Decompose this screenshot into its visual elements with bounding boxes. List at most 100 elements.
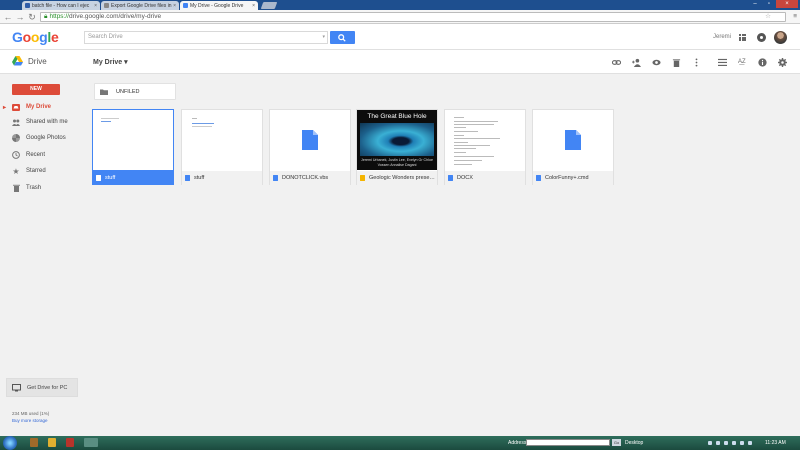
network-icon[interactable] bbox=[732, 441, 736, 445]
more-vert-icon[interactable] bbox=[692, 58, 701, 67]
file-name: stuff bbox=[194, 175, 205, 181]
file-name: DONOTCLICK.vbs bbox=[282, 175, 329, 181]
star-icon: ★ bbox=[12, 166, 20, 176]
folder-taskbar-icon[interactable] bbox=[48, 438, 56, 447]
file-card[interactable]: stuff bbox=[92, 109, 174, 185]
search-icon bbox=[338, 34, 346, 42]
maximize-icon[interactable]: ▫ bbox=[762, 0, 776, 8]
apps-grid-icon[interactable] bbox=[739, 34, 746, 41]
sidebar-item-shared[interactable]: Shared with me bbox=[0, 116, 84, 128]
add-person-icon[interactable] bbox=[632, 58, 641, 67]
user-name[interactable]: Jeremi bbox=[713, 34, 731, 40]
search-options-icon[interactable]: ▾ bbox=[322, 32, 325, 43]
slide-preview: The Great Blue Hole Jeremi Urbanek, Just… bbox=[357, 110, 437, 170]
browser-tab-strip: batch file - How can I ejec × Export Goo… bbox=[0, 0, 800, 10]
bookmark-star-icon[interactable]: ☆ bbox=[765, 13, 771, 21]
tray-icon[interactable] bbox=[708, 441, 712, 445]
buy-storage-link[interactable]: Buy more storage bbox=[12, 417, 49, 424]
get-drive-for-pc-button[interactable]: Get Drive for PC bbox=[6, 378, 78, 397]
storage-info: 234 MB used (1%) Buy more storage bbox=[12, 410, 49, 424]
browser-tab[interactable]: Export Google Drive files in × bbox=[101, 1, 179, 10]
new-tab-button[interactable] bbox=[260, 2, 278, 9]
file-grid: UNFILED stuff stuff DONOTCLICK.vbs The G… bbox=[84, 74, 800, 436]
file-name: DOCX bbox=[457, 175, 473, 181]
avatar[interactable] bbox=[774, 31, 787, 44]
file-card[interactable]: DOCX bbox=[444, 109, 526, 185]
settings-gear-icon[interactable] bbox=[778, 58, 787, 67]
trash-icon bbox=[12, 184, 20, 192]
drive-brand[interactable]: Drive bbox=[12, 56, 47, 66]
tray-icon[interactable] bbox=[748, 441, 752, 445]
google-logo[interactable]: Google bbox=[12, 29, 59, 45]
address-bar[interactable]: 🔒︎ https://drive.google.com/drive/my-driv… bbox=[40, 12, 797, 22]
new-button[interactable]: NEW bbox=[12, 84, 60, 95]
taskbar-app-icon[interactable] bbox=[66, 438, 74, 447]
notifications-icon[interactable] bbox=[757, 33, 766, 42]
file-card[interactable]: DONOTCLICK.vbs bbox=[269, 109, 351, 185]
close-icon[interactable]: × bbox=[173, 3, 176, 9]
doc-icon bbox=[185, 175, 190, 181]
trash-icon[interactable] bbox=[672, 58, 681, 67]
generic-file-icon bbox=[302, 130, 318, 150]
sidebar-item-trash[interactable]: Trash bbox=[0, 182, 84, 194]
tab-title: batch file - How can I ejec bbox=[32, 2, 90, 9]
tab-title: My Drive - Google Drive bbox=[190, 2, 244, 9]
tray-icon[interactable] bbox=[724, 441, 728, 445]
slide-title: The Great Blue Hole bbox=[367, 113, 427, 120]
sidebar-item-starred[interactable]: ★ Starred bbox=[0, 165, 84, 177]
sidebar-item-recent[interactable]: Recent bbox=[0, 149, 84, 161]
doc-thumbnail bbox=[93, 110, 173, 170]
search-input[interactable]: Search Drive ▾ bbox=[84, 31, 328, 44]
search-button[interactable] bbox=[330, 31, 355, 44]
doc-icon bbox=[448, 175, 453, 181]
browser-tab[interactable]: batch file - How can I ejec × bbox=[22, 1, 100, 10]
minimize-icon[interactable]: – bbox=[748, 0, 762, 8]
taskbar-address-input[interactable] bbox=[526, 439, 610, 446]
sort-az-icon[interactable]: A͟Z bbox=[738, 58, 747, 67]
slide-authors: Jeremi Urbanek, Justin Lee, Evelyn Gr Ch… bbox=[361, 158, 433, 167]
start-button[interactable] bbox=[3, 436, 17, 450]
active-indicator-icon: ▸ bbox=[3, 104, 7, 111]
close-window-icon[interactable]: × bbox=[776, 0, 798, 8]
file-card[interactable]: stuff bbox=[181, 109, 263, 185]
taskbar-app-icon[interactable] bbox=[30, 438, 38, 447]
link-icon[interactable] bbox=[612, 58, 621, 67]
close-icon[interactable]: × bbox=[252, 3, 255, 9]
stackoverflow-favicon-icon bbox=[25, 3, 30, 8]
sidebar-item-label: My Drive bbox=[26, 104, 52, 110]
file-caption: Geologic Wonders prese… bbox=[357, 171, 437, 185]
doc-thumbnail bbox=[445, 110, 525, 170]
volume-icon[interactable] bbox=[740, 441, 744, 445]
clock[interactable]: 11:23 AM bbox=[765, 440, 786, 446]
generic-file-thumbnail bbox=[533, 110, 613, 170]
address-go-button[interactable]: Go bbox=[612, 439, 621, 446]
sidebar-item-label: Trash bbox=[26, 185, 42, 191]
browser-toolbar: ← → ↻ 🔒︎ https://drive.google.com/drive/m… bbox=[0, 10, 800, 24]
file-card[interactable]: The Great Blue Hole Jeremi Urbanek, Just… bbox=[356, 109, 438, 185]
forward-arrow-icon[interactable]: → bbox=[15, 12, 25, 22]
sidebar-item-label: Google Photos bbox=[26, 135, 66, 141]
preview-eye-icon[interactable] bbox=[652, 58, 661, 67]
drive-favicon-icon bbox=[183, 3, 188, 8]
reload-icon[interactable]: ↻ bbox=[27, 12, 37, 22]
file-caption: ColorFunny+.cmd bbox=[533, 171, 613, 185]
file-card[interactable]: ColorFunny+.cmd bbox=[532, 109, 614, 185]
browser-tab-active[interactable]: My Drive - Google Drive × bbox=[180, 1, 258, 10]
info-icon[interactable] bbox=[758, 58, 767, 67]
file-icon bbox=[273, 175, 278, 181]
desktop-toolbar-label[interactable]: Desktop bbox=[625, 440, 643, 446]
sidebar-item-photos[interactable]: Google Photos bbox=[0, 132, 84, 144]
address-label: Address bbox=[508, 440, 527, 446]
slides-icon bbox=[360, 175, 365, 181]
close-icon[interactable]: × bbox=[94, 3, 97, 9]
tray-icon[interactable] bbox=[716, 441, 720, 445]
generic-file-icon bbox=[565, 130, 581, 150]
back-arrow-icon[interactable]: ← bbox=[3, 12, 13, 22]
browser-menu-icon[interactable]: ≡ bbox=[793, 13, 797, 21]
location-dropdown[interactable]: My Drive ▾ bbox=[93, 58, 128, 66]
list-view-icon[interactable] bbox=[718, 58, 727, 67]
chrome-taskbar-icon[interactable] bbox=[84, 438, 98, 447]
drive-header: Google Search Drive ▾ Jeremi bbox=[0, 24, 800, 50]
sidebar-item-my-drive[interactable]: ▸ My Drive bbox=[0, 101, 84, 113]
folder-item[interactable]: UNFILED bbox=[94, 83, 176, 100]
